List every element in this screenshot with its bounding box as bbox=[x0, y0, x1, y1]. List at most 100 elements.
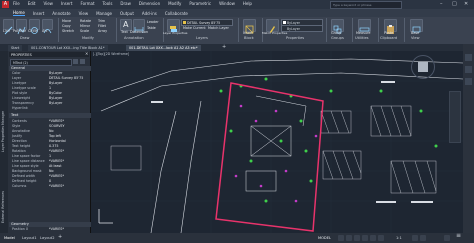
menu-file[interactable]: File bbox=[13, 1, 20, 6]
draw-panel-title: Draw bbox=[20, 36, 30, 40]
menu-window[interactable]: Window bbox=[219, 1, 235, 6]
trim-button[interactable]: Trim bbox=[98, 19, 105, 23]
text-section-title: Text bbox=[11, 113, 19, 117]
viewport-controls-label[interactable]: [-][Top][2D Wireframe] bbox=[93, 52, 129, 56]
workspace-button[interactable] bbox=[412, 235, 418, 241]
paste-label: Paste bbox=[384, 31, 394, 35]
selection-dropdown[interactable]: MText (2) bbox=[10, 59, 72, 66]
quick-select-icon[interactable] bbox=[73, 59, 78, 64]
tab-insert[interactable]: Insert bbox=[33, 11, 44, 16]
close-palette-icon[interactable]: ✕ bbox=[85, 52, 88, 56]
fillet-button[interactable]: Fillet bbox=[98, 24, 106, 28]
snap-toggle[interactable] bbox=[346, 235, 352, 241]
fullscreen-button[interactable] bbox=[444, 235, 450, 241]
group-label: Group bbox=[331, 31, 342, 35]
scale-button[interactable]: Scale bbox=[80, 29, 89, 33]
copy-button[interactable]: Copy bbox=[62, 24, 71, 28]
model-space-toggle[interactable]: MODEL bbox=[318, 236, 331, 240]
geometry-section-title: Geometry bbox=[11, 222, 29, 226]
property-value: *VARIES* bbox=[49, 184, 65, 188]
arc-label: Arc bbox=[42, 29, 48, 33]
menu-parametric[interactable]: Parametric bbox=[189, 1, 211, 6]
tab-add-ins[interactable]: Add-ins bbox=[142, 11, 157, 16]
grid-toggle[interactable] bbox=[338, 235, 344, 241]
osnap-toggle[interactable] bbox=[370, 235, 376, 241]
tab-collaborate[interactable]: Collaborate bbox=[165, 11, 188, 16]
isolate-button[interactable] bbox=[420, 235, 426, 241]
navigation-bar bbox=[449, 91, 461, 143]
menu-modify[interactable]: Modify bbox=[168, 1, 181, 6]
clipboard-panel-title: Clipboard bbox=[380, 36, 398, 40]
tab-model[interactable]: Model bbox=[4, 236, 15, 240]
text-section[interactable]: Text bbox=[9, 113, 91, 118]
color-swatch bbox=[283, 21, 286, 24]
table-button[interactable]: Table bbox=[147, 26, 156, 30]
menu-draw[interactable]: Draw bbox=[120, 1, 130, 6]
maximize-button[interactable]: □ bbox=[452, 2, 457, 7]
viewcube[interactable] bbox=[411, 55, 435, 79]
layer-dropdown-value: DETAIL Survey 85'75 bbox=[187, 20, 221, 25]
menu-view[interactable]: View bbox=[43, 1, 53, 6]
properties-header: PROPERTIES ✕ bbox=[9, 52, 89, 57]
minimize-button[interactable]: – bbox=[440, 2, 443, 7]
app-logo-icon[interactable]: A bbox=[2, 1, 9, 8]
menu-insert[interactable]: Insert bbox=[61, 1, 72, 6]
move-button[interactable]: Move bbox=[62, 19, 71, 23]
title-bar: A File Edit View Insert Format Tools Dra… bbox=[0, 0, 474, 9]
divider bbox=[116, 18, 117, 42]
property-row[interactable]: Hyperlink bbox=[9, 106, 89, 111]
add-layout-button[interactable]: + bbox=[58, 235, 62, 240]
rotate-button[interactable]: Rotate bbox=[80, 19, 91, 23]
new-tab-button[interactable]: + bbox=[222, 45, 226, 50]
annotation-scale[interactable]: 1:1 bbox=[396, 236, 402, 240]
select-objects-icon[interactable] bbox=[80, 59, 85, 64]
divider bbox=[378, 18, 379, 42]
mirror-button[interactable]: Mirror bbox=[80, 24, 90, 28]
layer-dropdown[interactable]: DETAIL Survey 85'75 bbox=[181, 19, 233, 26]
stretch-button[interactable]: Stretch bbox=[62, 29, 74, 33]
tab-home[interactable]: Home bbox=[13, 10, 25, 16]
menu-help[interactable]: Help bbox=[243, 1, 252, 6]
property-row[interactable]: Position X *VARIES* bbox=[9, 227, 89, 232]
search-placeholder: Type a keyword or phrase bbox=[333, 3, 372, 7]
customize-menu-icon[interactable]: ≡ bbox=[456, 233, 461, 239]
vtab-external-references[interactable]: External References bbox=[1, 191, 7, 223]
match-layer-button[interactable]: Match Layer bbox=[208, 26, 229, 30]
tab-output[interactable]: Output bbox=[120, 11, 134, 16]
menu-dimension[interactable]: Dimension bbox=[139, 1, 160, 6]
viewcube-face[interactable] bbox=[418, 62, 428, 72]
tab-manage[interactable]: Manage bbox=[96, 11, 112, 16]
leader-button[interactable]: Leader bbox=[147, 20, 159, 24]
layer-color-swatch bbox=[183, 21, 186, 24]
base-label: Base bbox=[411, 31, 420, 35]
palette-vertical-tabs: Layer Properties Manager External Refere… bbox=[0, 51, 8, 233]
property-row[interactable]: Columns *VARIES* bbox=[9, 184, 89, 189]
tab-annotate[interactable]: Annotate bbox=[52, 11, 70, 16]
palette-button[interactable] bbox=[465, 66, 472, 73]
menu-tools[interactable]: Tools bbox=[103, 1, 113, 6]
close-button[interactable]: ✕ bbox=[464, 2, 468, 7]
drawing-viewport[interactable]: [-][Top][2D Wireframe] bbox=[91, 51, 463, 233]
tab-layout1[interactable]: Layout1 bbox=[22, 236, 37, 240]
lineweight-toggle[interactable] bbox=[378, 235, 384, 241]
dimension-label: Dimension bbox=[130, 30, 149, 34]
menu-edit[interactable]: Edit bbox=[28, 1, 36, 6]
ortho-toggle[interactable] bbox=[354, 235, 360, 241]
menu-format[interactable]: Format bbox=[80, 1, 94, 6]
properties-panel-title: Properties bbox=[286, 36, 305, 40]
tool-palette-strip bbox=[463, 44, 474, 233]
view-panel-title: View bbox=[411, 36, 420, 40]
vtab-layer-properties[interactable]: Layer Properties Manager bbox=[1, 111, 7, 152]
palette-button[interactable] bbox=[465, 78, 472, 85]
array-button[interactable]: Array bbox=[98, 29, 107, 33]
tab-layout2[interactable]: Layout2 bbox=[40, 236, 55, 240]
polyline-label: Polyline bbox=[13, 29, 27, 33]
divider bbox=[238, 18, 239, 42]
make-current-button[interactable]: Make Current bbox=[183, 26, 206, 30]
search-input[interactable]: Type a keyword or phrase bbox=[330, 1, 402, 9]
selection-value: MText (2) bbox=[13, 60, 28, 65]
polar-toggle[interactable] bbox=[362, 235, 368, 241]
palette-button[interactable] bbox=[465, 54, 472, 61]
linetype-dropdown[interactable]: ByLayer bbox=[281, 25, 323, 32]
tab-view[interactable]: View bbox=[79, 11, 89, 16]
